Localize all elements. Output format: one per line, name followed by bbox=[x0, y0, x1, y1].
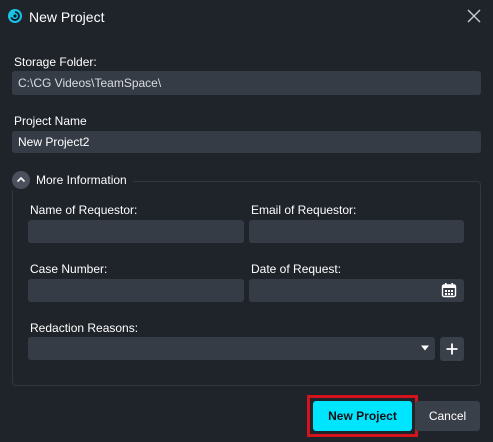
more-information-toggle[interactable]: More Information bbox=[10, 170, 133, 190]
project-name-input[interactable]: New Project2 bbox=[12, 131, 481, 153]
add-redaction-reason-button[interactable] bbox=[440, 337, 464, 361]
chevron-up-icon bbox=[12, 171, 30, 189]
app-logo-icon bbox=[8, 9, 22, 23]
project-name-label: Project Name bbox=[14, 114, 87, 128]
caret-down-icon[interactable] bbox=[420, 344, 430, 352]
requestor-name-input[interactable] bbox=[28, 220, 244, 243]
storage-folder-field[interactable]: C:\CG Videos\TeamSpace\ bbox=[12, 71, 481, 95]
request-date-input[interactable] bbox=[249, 279, 464, 302]
case-number-label: Case Number: bbox=[30, 262, 108, 276]
case-number-input[interactable] bbox=[28, 279, 244, 302]
request-date-label: Date of Request: bbox=[251, 262, 342, 276]
calendar-icon[interactable] bbox=[441, 282, 457, 298]
redaction-reasons-label: Redaction Reasons: bbox=[30, 321, 139, 335]
storage-folder-label: Storage Folder: bbox=[14, 55, 97, 69]
title-bar: New Project bbox=[0, 0, 493, 34]
dialog-title: New Project bbox=[29, 9, 105, 25]
new-project-button[interactable]: New Project bbox=[313, 401, 412, 431]
plus-icon bbox=[446, 343, 458, 355]
more-information-label: More Information bbox=[36, 173, 127, 187]
redaction-reasons-select[interactable] bbox=[28, 337, 435, 360]
requestor-name-label: Name of Requestor: bbox=[30, 203, 138, 217]
requestor-email-input[interactable] bbox=[249, 220, 464, 243]
cancel-button[interactable]: Cancel bbox=[415, 401, 480, 431]
requestor-email-label: Email of Requestor: bbox=[251, 203, 357, 217]
close-icon[interactable] bbox=[467, 9, 481, 23]
